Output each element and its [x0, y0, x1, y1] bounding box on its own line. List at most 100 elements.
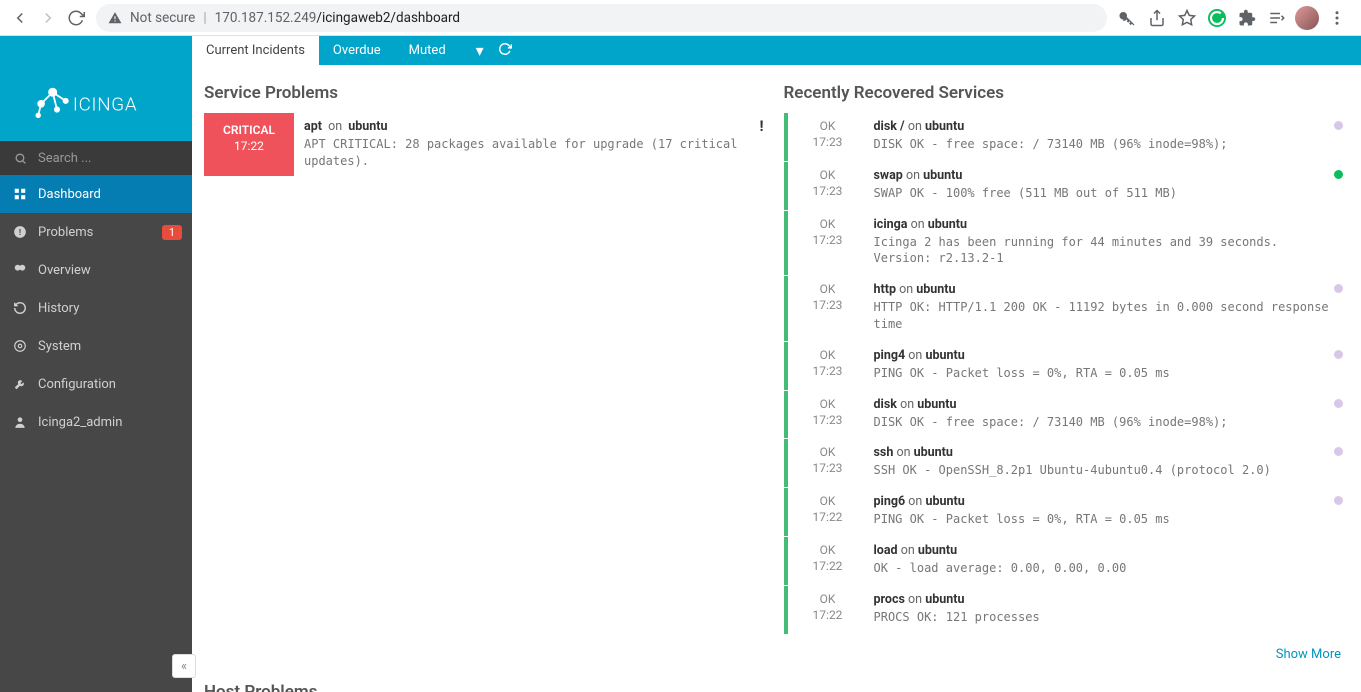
recov-host: ubuntu	[925, 119, 964, 134]
recov-service: disk /	[874, 119, 905, 134]
recov-output: DISK OK - free space: / 73140 MB (96% in…	[874, 136, 1344, 153]
recovered-row[interactable]: OK17:23disk / on ubuntuDISK OK - free sp…	[784, 113, 1350, 161]
recov-host: ubuntu	[928, 217, 967, 232]
recovered-row[interactable]: OK17:23ping4 on ubuntuPING OK - Packet l…	[784, 342, 1350, 390]
unhandled-icon: !	[759, 117, 763, 135]
search-placeholder: Search ...	[38, 151, 91, 166]
perfdata-dot-icon	[1334, 170, 1343, 179]
recov-output: Icinga 2 has been running for 44 minutes…	[874, 234, 1344, 268]
forward-button[interactable]	[34, 4, 62, 32]
recov-host: ubuntu	[925, 592, 964, 607]
recov-output: DISK OK - free space: / 73140 MB (96% in…	[874, 414, 1344, 431]
nav-overview[interactable]: Overview	[0, 251, 192, 289]
not-secure-icon	[108, 11, 122, 25]
overview-icon	[12, 263, 28, 277]
recov-ok-label: OK	[792, 445, 864, 459]
profile-avatar[interactable]	[1293, 4, 1321, 32]
recov-output: PROCS OK: 121 processes	[874, 609, 1344, 626]
nav-problems[interactable]: ! Problems 1	[0, 213, 192, 251]
recov-time: 17:22	[792, 510, 864, 524]
recov-time: 17:23	[792, 135, 864, 149]
grammarly-icon[interactable]	[1203, 4, 1231, 32]
recov-state: OK17:22	[788, 537, 868, 585]
recov-on: on	[900, 397, 914, 412]
tab-muted[interactable]: Muted	[395, 36, 460, 65]
browser-toolbar: Not secure | 170.187.152.249/icingaweb2/…	[0, 0, 1361, 36]
search-input[interactable]: Search ...	[0, 141, 192, 175]
recovered-column: Recently Recovered Services OK17:23disk …	[784, 77, 1350, 674]
extensions-icon[interactable]	[1233, 4, 1261, 32]
problem-service: apt	[304, 119, 322, 134]
system-icon	[12, 339, 28, 353]
recov-output: HTTP OK: HTTP/1.1 200 OK - 11192 bytes i…	[874, 299, 1344, 333]
problem-output: APT CRITICAL: 28 packages available for …	[304, 136, 760, 170]
recovered-row[interactable]: OK17:22ping6 on ubuntuPING OK - Packet l…	[784, 488, 1350, 536]
recov-state: OK 17:23	[788, 439, 868, 487]
tab-current-incidents[interactable]: Current Incidents	[192, 36, 319, 65]
key-icon[interactable]	[1113, 4, 1141, 32]
problem-state: CRITICAL 17:22	[204, 113, 294, 176]
recovered-row[interactable]: OK17:22procs on ubuntuPROCS OK: 121 proc…	[784, 586, 1350, 634]
recov-service: http	[874, 282, 897, 297]
recov-on: on	[906, 168, 920, 183]
nav-user-label: Icinga2_admin	[38, 415, 122, 430]
reading-list-icon[interactable]	[1263, 4, 1291, 32]
recovered-row[interactable]: OK17:23ssh on ubuntuSSH OK - OpenSSH_8.2…	[784, 439, 1350, 487]
nav-user[interactable]: Icinga2_admin	[0, 403, 192, 441]
nav-system-label: System	[38, 339, 81, 354]
user-icon	[12, 415, 28, 429]
tab-refresh-icon[interactable]	[498, 41, 512, 60]
recovered-row[interactable]: OK17:23icinga on ubuntuIcinga 2 has been…	[784, 211, 1350, 276]
nav-dashboard[interactable]: Dashboard	[0, 175, 192, 213]
dashboard-tabs: Current Incidents Overdue Muted ▾	[0, 36, 1361, 65]
recovered-row[interactable]: OK17:23disk on ubuntuDISK OK - free spac…	[784, 391, 1350, 439]
problem-state-label: CRITICAL	[208, 123, 290, 137]
recov-output: PING OK - Packet loss = 0%, RTA = 0.05 m…	[874, 511, 1344, 528]
tab-overdue[interactable]: Overdue	[319, 36, 395, 65]
service-problems-title: Service Problems	[204, 77, 770, 113]
nav-history-label: History	[38, 301, 79, 316]
back-button[interactable]	[6, 4, 34, 32]
star-icon[interactable]	[1173, 4, 1201, 32]
show-more-link[interactable]: Show More	[1276, 647, 1341, 662]
recovered-row[interactable]: OK17:23http on ubuntuHTTP OK: HTTP/1.1 2…	[784, 276, 1350, 341]
recov-ok-label: OK	[792, 217, 864, 231]
recov-service: ping6	[874, 494, 906, 509]
recov-state: OK17:22	[788, 586, 868, 634]
tabs-spacer	[0, 36, 192, 65]
recov-on: on	[908, 348, 922, 363]
perfdata-dot-icon	[1334, 284, 1343, 293]
recovered-row[interactable]: OK17:23swap on ubuntuSWAP OK - 100% free…	[784, 162, 1350, 210]
recov-on: on	[899, 282, 913, 297]
recov-time: 17:22	[792, 559, 864, 573]
tab-dropdown-icon[interactable]: ▾	[476, 41, 484, 60]
wrench-icon	[12, 377, 28, 391]
address-bar[interactable]: Not secure | 170.187.152.249/icingaweb2/…	[96, 4, 1107, 32]
problem-row[interactable]: CRITICAL 17:22 apt on ubuntu APT CRITICA…	[204, 113, 770, 176]
recov-ok-label: OK	[792, 397, 864, 411]
share-icon[interactable]	[1143, 4, 1171, 32]
recov-time: 17:23	[792, 298, 864, 312]
brand-logo[interactable]: ICINGA	[0, 65, 192, 141]
nav-system[interactable]: System	[0, 327, 192, 365]
recov-service: icinga	[874, 217, 908, 232]
recov-time: 17:23	[792, 233, 864, 247]
perfdata-dot-icon	[1334, 121, 1343, 130]
recov-service: swap	[874, 168, 903, 183]
recov-time: 17:23	[792, 364, 864, 378]
nav-dashboard-label: Dashboard	[38, 187, 101, 202]
recov-on: on	[908, 494, 922, 509]
recov-host: ubuntu	[914, 445, 953, 460]
nav-configuration[interactable]: Configuration	[0, 365, 192, 403]
recov-time: 17:22	[792, 608, 864, 622]
recovered-row[interactable]: OK17:22load on ubuntuOK - load average: …	[784, 537, 1350, 585]
recov-time: 17:23	[792, 461, 864, 475]
reload-button[interactable]	[62, 4, 90, 32]
dashboard-icon	[12, 187, 28, 201]
menu-icon[interactable]	[1323, 4, 1351, 32]
recov-ok-label: OK	[792, 494, 864, 508]
nav-history[interactable]: History	[0, 289, 192, 327]
not-secure-label: Not secure	[130, 10, 195, 26]
service-problems-column: Service Problems CRITICAL 17:22 apt on u…	[204, 77, 770, 674]
recov-host: ubuntu	[916, 282, 955, 297]
